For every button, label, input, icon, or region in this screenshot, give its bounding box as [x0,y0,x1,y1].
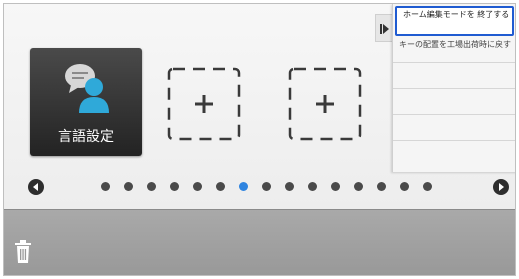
empty-slot-2[interactable] [288,67,362,141]
reset-key-layout-item[interactable]: キーの配置を工場出荷時に戻す [393,38,515,58]
page-dot[interactable] [331,182,340,191]
menu-divider [393,88,515,89]
page-dot[interactable] [170,182,179,191]
language-settings-label: 言語設定 [58,129,114,145]
page-dot[interactable] [400,182,409,191]
page-dot[interactable] [216,182,225,191]
end-home-edit-mode-item[interactable]: ホーム編集モードを 終了する [395,6,514,36]
page-dot[interactable] [308,182,317,191]
page-dot[interactable] [101,182,110,191]
language-settings-icon [65,64,109,113]
empty-slot-1[interactable] [167,67,241,141]
add-shortcut-icon [288,67,362,141]
page-dot[interactable] [193,182,202,191]
previous-page-button[interactable] [28,179,44,195]
page-dot[interactable] [423,182,432,191]
end-home-edit-mode-label: ホーム編集モードを 終了する [403,10,510,19]
next-page-button[interactable] [493,179,509,195]
page-dot[interactable] [147,182,156,191]
chevron-left-icon [33,183,38,191]
page-dot[interactable] [124,182,133,191]
home-screen: 言語設定 ホーム編集モードを 終了する キーの配置を工場出荷時に戻す [3,3,516,276]
language-settings-tile[interactable]: 言語設定 [30,48,142,156]
menu-toggle-button[interactable] [375,14,392,42]
page-dot[interactable] [354,182,363,191]
menu-divider [393,62,515,63]
page-dot[interactable] [262,182,271,191]
trash-icon[interactable] [14,240,32,264]
add-shortcut-icon [167,67,241,141]
menu-toggle-icon [380,24,389,34]
page-dot[interactable] [377,182,386,191]
menu-divider [393,114,515,115]
page-dot-active[interactable] [239,182,248,191]
page-dot[interactable] [285,182,294,191]
action-menu-panel: ホーム編集モードを 終了する キーの配置を工場出荷時に戻す [392,4,515,172]
menu-divider [393,140,515,141]
reset-key-layout-label: キーの配置を工場出荷時に戻す [399,40,511,49]
bottom-bar [4,209,515,275]
chevron-right-icon [499,183,504,191]
